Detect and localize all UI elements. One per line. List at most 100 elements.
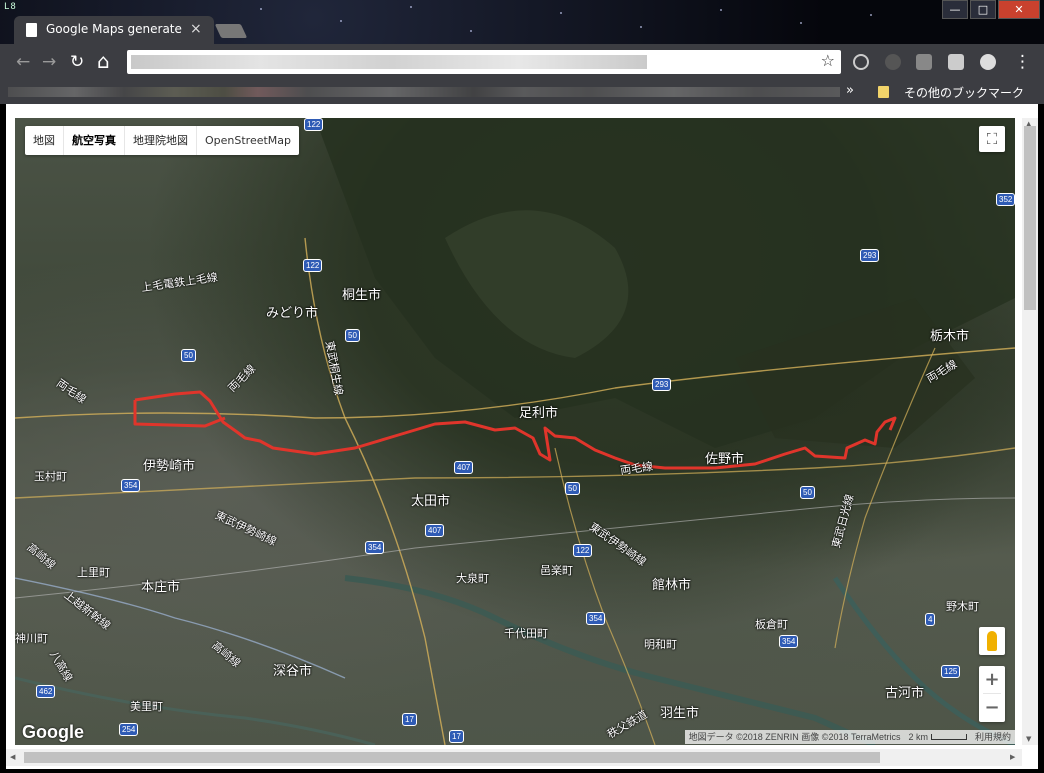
background-star [720, 9, 722, 11]
map-label-chiyoda: 千代田町 [504, 627, 548, 640]
route-shield: 50 [565, 482, 580, 495]
route-shield: 50 [800, 486, 815, 499]
route-shield: 122 [573, 544, 593, 557]
bookmark-star-icon[interactable]: ☆ [821, 51, 835, 70]
route-shield: 354 [779, 635, 799, 648]
edge-extension-icon[interactable] [853, 54, 869, 70]
maximize-button[interactable]: □ [970, 0, 996, 19]
gauge-extension-icon[interactable] [980, 54, 996, 70]
scale-control[interactable]: 2 km [904, 730, 971, 744]
background-star [410, 6, 412, 8]
background-star [470, 30, 472, 32]
vertical-scroll-thumb[interactable] [1024, 126, 1036, 310]
map-label-isesaki: 伊勢崎市 [143, 459, 196, 474]
map-label-tochigi: 栃木市 [930, 329, 970, 344]
zoom-control: + − [979, 666, 1005, 722]
street-view-pegman-icon[interactable] [979, 627, 1005, 655]
terms-link[interactable]: 利用規約 [971, 730, 1015, 744]
route-shield: 122 [304, 118, 324, 131]
tab-close-icon[interactable]: × [190, 21, 202, 37]
app-mark: L8 [4, 2, 17, 12]
background-star [870, 14, 872, 16]
reload-icon[interactable]: ↻ [70, 52, 84, 72]
map-canvas[interactable]: 地図 航空写真 地理院地図 OpenStreetMap ⛶ 桐生市 みどり市 足… [15, 118, 1015, 745]
grey-extension-icon[interactable] [916, 54, 932, 70]
map-label-koga: 古河市 [885, 686, 925, 701]
zoom-out-button[interactable]: − [979, 694, 1005, 721]
map-label-sano: 佐野市 [705, 452, 745, 467]
google-logo: Google [22, 722, 84, 742]
route-shield: 407 [425, 524, 445, 537]
scroll-down-icon[interactable]: ▼ [1026, 735, 1031, 743]
title-bar: L8 Google Maps generate × — □ ✕ [0, 0, 1044, 44]
minimize-button[interactable]: — [942, 0, 968, 19]
background-star [340, 20, 342, 22]
route-shield: 462 [36, 685, 56, 698]
background-star [260, 8, 262, 10]
circle-extension-icon[interactable] [885, 54, 901, 70]
map-label-fukaya: 深谷市 [273, 664, 313, 679]
back-icon[interactable]: ← [16, 52, 30, 72]
attribution-text: 地図データ ©2018 ZENRIN 画像 ©2018 TerraMetrics [688, 732, 901, 742]
route-shield: 50 [345, 329, 360, 342]
route-shield: 254 [119, 723, 139, 736]
map-type-map[interactable]: 地図 [25, 126, 64, 155]
map-label-ora: 邑楽町 [540, 564, 573, 577]
close-window-button[interactable]: ✕ [998, 0, 1040, 19]
map-label-kamikawa: 神川町 [15, 632, 48, 645]
scale-label: 2 km [908, 732, 928, 742]
route-shield: 125 [941, 665, 961, 678]
horizontal-scroll-thumb[interactable] [24, 752, 880, 763]
map-label-itakura: 板倉町 [755, 618, 788, 631]
route-shield: 293 [860, 249, 880, 262]
map-label-misato: 美里町 [130, 700, 163, 713]
vertical-scrollbar[interactable]: ▲ ▼ [1022, 118, 1038, 745]
route-shield: 354 [121, 479, 141, 492]
scale-bar [930, 734, 967, 740]
other-bookmarks[interactable]: その他のブックマーク [904, 84, 1024, 101]
route-shield: 354 [365, 541, 385, 554]
route-shield: 4 [925, 613, 936, 626]
forward-icon[interactable]: → [42, 52, 56, 72]
scroll-right-icon[interactable]: ▶ [1010, 753, 1015, 761]
scroll-left-icon[interactable]: ◀ [10, 753, 15, 761]
map-label-kiryu: 桐生市 [342, 288, 382, 303]
background-star [560, 12, 562, 14]
map-type-osm[interactable]: OpenStreetMap [197, 126, 299, 155]
zoom-in-button[interactable]: + [979, 666, 1005, 693]
map-type-gsi[interactable]: 地理院地図 [125, 126, 197, 155]
map-label-midori: みどり市 [266, 306, 319, 321]
cube-extension-icon[interactable] [948, 54, 964, 70]
window-controls: — □ ✕ [940, 0, 1040, 19]
fullscreen-icon[interactable]: ⛶ [979, 126, 1005, 152]
address-bar[interactable]: ☆ [127, 50, 841, 74]
map-label-honjo: 本庄市 [141, 580, 181, 595]
route-shield: 122 [303, 259, 323, 272]
route-shield: 293 [652, 378, 672, 391]
browser-tab[interactable]: Google Maps generate × [14, 16, 214, 44]
map-label-ota: 太田市 [411, 494, 451, 509]
route-shield: 17 [449, 730, 464, 743]
route-shield: 354 [586, 612, 606, 625]
home-icon[interactable]: ⌂ [97, 49, 110, 73]
menu-icon[interactable]: ⋮ [1014, 52, 1031, 72]
bookmarks-more-icon[interactable]: » [846, 83, 854, 98]
map-label-kamisato: 上里町 [77, 566, 110, 579]
map-label-meiwa: 明和町 [644, 638, 677, 651]
background-star [800, 22, 802, 24]
map-label-tatebayashi: 館林市 [652, 578, 692, 593]
map-type-satellite[interactable]: 航空写真 [64, 126, 125, 155]
horizontal-scrollbar[interactable]: ◀ ▶ [6, 749, 1022, 766]
route-shield: 17 [402, 713, 417, 726]
bookmarks-blurred [8, 87, 840, 97]
map-label-oizumi: 大泉町 [456, 572, 489, 585]
route-shield: 50 [181, 349, 196, 362]
folder-icon [878, 86, 889, 98]
address-url-blurred [131, 55, 647, 69]
route-shield: 352 [996, 193, 1015, 206]
map-attribution: 地図データ ©2018 ZENRIN 画像 ©2018 TerraMetrics… [684, 730, 1015, 744]
new-tab-button[interactable] [214, 24, 248, 38]
map-label-tamamura: 玉村町 [34, 470, 67, 483]
pegman-figure [987, 631, 997, 651]
bookmarks-bar: » その他のブックマーク [0, 80, 1044, 104]
